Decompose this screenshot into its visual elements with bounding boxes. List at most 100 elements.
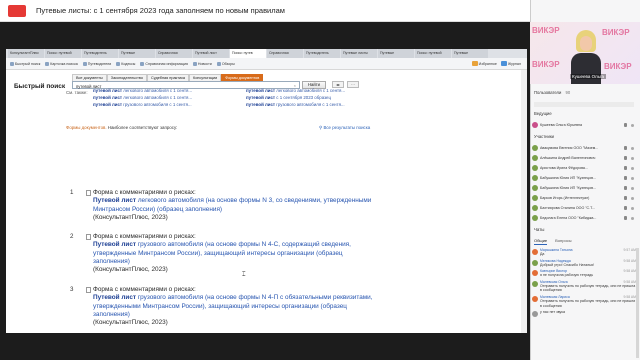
toolbar-icon xyxy=(192,61,197,66)
browser-tab[interactable]: Путевые xyxy=(378,49,414,58)
toolbar-label: Новости xyxy=(197,61,212,66)
microphone-icon xyxy=(624,156,627,160)
link-text: грузового автомобиля с 1 сентя... xyxy=(275,102,345,107)
toolbar-label: Журнал xyxy=(507,61,521,66)
browser-tab[interactable]: Справочная xyxy=(156,49,192,58)
result-body: Форма с комментариями о рисках: Путевой л… xyxy=(93,233,378,274)
microphone-icon xyxy=(624,146,627,150)
chat-header[interactable]: Чаты xyxy=(534,227,544,232)
more-icon[interactable] xyxy=(631,186,634,190)
see-also-link[interactable]: путевой лист легкового автомобиля с 1 се… xyxy=(93,94,192,101)
browser-tab[interactable]: Путеводитель xyxy=(82,49,118,58)
toolbar-label: Карточка поиска xyxy=(50,61,78,66)
browser-tab[interactable]: Путевые xyxy=(119,49,155,58)
result-link[interactable]: Путевой лист грузового автомобиля (на ос… xyxy=(93,241,378,266)
participant-item[interactable]: Кушеева Ольга Юрьевна xyxy=(532,120,636,130)
browser-tab[interactable]: Поиск: путевой xyxy=(45,49,81,58)
participant-item[interactable]: Барков Игорь (Интеллектуал) xyxy=(532,193,636,203)
participant-list: Кушеева Ольга Юрьевна xyxy=(532,120,636,130)
participant-item[interactable]: Алёшкина Андрей Валентинович xyxy=(532,153,636,163)
link-text: легкового автомобиля с 1 сентя... xyxy=(122,95,193,100)
star-icon xyxy=(471,61,478,66)
mouse-cursor-icon: ⌶ xyxy=(242,272,246,278)
settings-icon[interactable]: ⋯ xyxy=(347,81,359,88)
chat-scrollbar[interactable] xyxy=(636,248,639,358)
participant-name: Бахтиярова Сталина ООО "С.Т... xyxy=(540,206,595,210)
participant-item[interactable]: Бахтиярова Сталина ООО "С.Т... xyxy=(532,203,636,213)
chat-message: Малевская Лариса 9:58 AM Отправить получит… xyxy=(532,295,636,308)
more-icon[interactable] xyxy=(631,166,634,170)
more-icon[interactable] xyxy=(631,196,634,200)
participant-item[interactable]: Бедолага Елена ООО "Кибиджа... xyxy=(532,213,636,223)
chat-messages: Марышкина Татьяна 9:57 AM Да Меликова Надеж… xyxy=(532,248,636,319)
brand-watermark: ВИКЭР xyxy=(604,62,632,71)
participant-name: Аристова Ирина Фёдорова... xyxy=(540,166,588,170)
toolbar-button[interactable]: Быстрый поиск xyxy=(10,61,40,66)
toolbar-icon xyxy=(116,61,121,66)
participant-name: Кушеева Ольга Юрьевна xyxy=(540,123,582,127)
see-also-link[interactable]: путевой лист с 1 сентября 2023 образец xyxy=(246,94,345,101)
participant-name: Бабушкина Юлия ИП "Кузнецов... xyxy=(540,176,596,180)
toolbar-button[interactable]: Журнал xyxy=(500,61,521,66)
document-icon xyxy=(86,234,91,240)
see-also-link[interactable]: путевой лист грузового автомобиля с 1 се… xyxy=(246,101,345,108)
browser-tab[interactable]: Справочная xyxy=(267,49,303,58)
see-also-link[interactable]: путевой лист легкового автомобиля с 1 се… xyxy=(246,87,345,94)
avatar xyxy=(532,195,538,201)
participants-search[interactable] xyxy=(534,102,634,107)
browser-tab[interactable]: Путеводитель xyxy=(304,49,340,58)
result-link[interactable]: Путевой лист грузового автомобиля (на ос… xyxy=(93,294,378,319)
chat-tab[interactable]: Общие xyxy=(534,238,548,245)
toolbar-button[interactable]: Карточка поиска xyxy=(45,61,78,66)
brand-watermark: ВИКЭР xyxy=(532,26,560,35)
avatar xyxy=(532,259,538,266)
toolbar-button[interactable]: Новости xyxy=(192,61,212,66)
participants-title: Пользователи xyxy=(534,90,562,95)
toolbar-button[interactable]: Кодексы xyxy=(116,61,135,66)
see-also-link[interactable]: путевой лист грузового автомобиля с 1 се… xyxy=(93,101,192,108)
browser-tab[interactable]: Путевой лист xyxy=(193,49,229,58)
more-icon[interactable] xyxy=(631,156,634,160)
message-body: Меликова Надежда 9:58 AM Добрый утро! Спас… xyxy=(540,259,636,268)
more-icon[interactable] xyxy=(631,123,634,127)
more-icon[interactable] xyxy=(631,176,634,180)
see-also-link[interactable]: путевой лист легкового автомобиля с 1 се… xyxy=(93,87,192,94)
message-text: Да xyxy=(540,252,545,256)
toolbar-button[interactable]: Избранное xyxy=(471,61,497,66)
link-bold: путевой лист xyxy=(246,95,276,100)
chat-tab[interactable]: Вопросы xyxy=(555,238,571,245)
avatar xyxy=(532,122,538,128)
toolbar-button[interactable]: Справочная информация xyxy=(140,61,188,66)
participant-item[interactable]: Аристова Ирина Фёдорова... xyxy=(532,163,636,173)
toolbar-button[interactable]: Обзоры xyxy=(216,61,235,66)
participant-item[interactable]: Авакумова Евгения ООО "Мазем... xyxy=(532,143,636,153)
avatar xyxy=(532,270,538,277)
all-results-link[interactable]: ⚲ Все результаты поиска xyxy=(319,125,370,131)
more-icon[interactable] xyxy=(631,206,634,210)
browser-tab[interactable]: Поиск: путевой xyxy=(415,49,451,58)
more-icon[interactable] xyxy=(631,216,634,220)
toolbar-label: Обзоры xyxy=(221,61,235,66)
message-author: Меликова Надежда xyxy=(540,258,571,263)
result-bold: Путевой лист xyxy=(93,294,137,302)
see-also-column-2: путевой лист легкового автомобиля с 1 се… xyxy=(246,87,345,108)
participants-header[interactable]: Пользователи 90 xyxy=(534,90,570,95)
avatar xyxy=(532,295,538,302)
browser-tab[interactable]: КонсультантПлюс xyxy=(8,49,44,58)
browser-tab[interactable]: Путевые xyxy=(452,49,488,58)
document-icon xyxy=(86,190,91,196)
more-icon[interactable] xyxy=(631,146,634,150)
browser-scrollbar[interactable] xyxy=(521,70,527,333)
forms-prefix: Формы документов. xyxy=(66,125,107,130)
microphone-icon xyxy=(624,186,627,190)
participant-item[interactable]: Бабушкина Юлия ИП "Кузнецов... xyxy=(532,183,636,193)
toolbar-button[interactable]: Путеводители xyxy=(82,61,111,66)
result-link[interactable]: Путевой лист легкового автомобиля (на ос… xyxy=(93,197,378,214)
participant-item[interactable]: Бабушкина Юлия ИП "Кузнецов... xyxy=(532,173,636,183)
result-source: (КонсультантПлюс, 2023) xyxy=(93,213,168,221)
microphone-icon xyxy=(624,166,627,170)
browser-tab[interactable]: Путевые листы xyxy=(341,49,377,58)
result-body: Форма с комментариями о рисках: Путевой л… xyxy=(93,189,378,222)
avatar xyxy=(532,175,538,181)
browser-tab[interactable]: Поиск: путев xyxy=(230,49,266,58)
